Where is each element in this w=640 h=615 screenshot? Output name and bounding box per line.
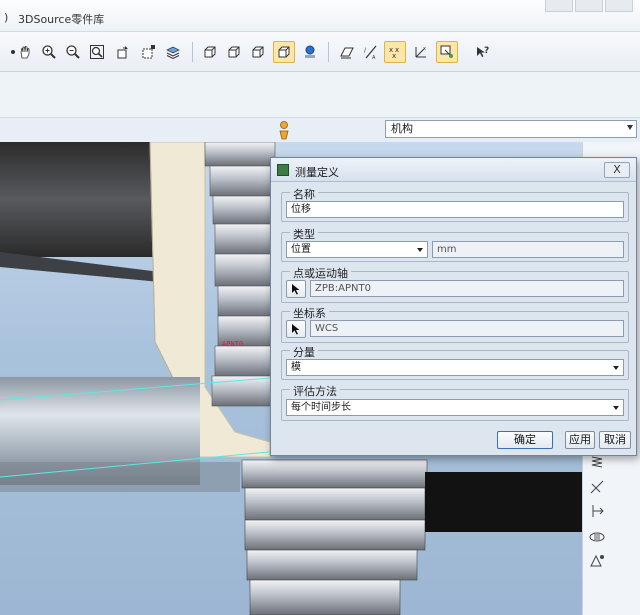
coord-sys-pick-button[interactable] xyxy=(286,320,306,338)
point-axis-legend: 点或运动轴 xyxy=(290,265,351,281)
menu-fragment[interactable]: ) xyxy=(4,11,8,24)
component-select-value: 模 xyxy=(291,362,301,373)
menu-bar: ) 3DSource零件库 xyxy=(0,0,640,32)
apply-button[interactable]: 应用 xyxy=(565,431,595,449)
datum-axis-icon[interactable]: / A xyxy=(360,41,382,63)
hidden-line-icon[interactable] xyxy=(247,41,269,63)
shade-icon[interactable] xyxy=(223,41,245,63)
eval-method-group: 评估方法 每个时间步长 xyxy=(281,383,629,421)
name-input[interactable]: 位移 xyxy=(286,201,624,218)
pan-icon[interactable] xyxy=(14,41,36,63)
help-icon[interactable]: ? xyxy=(472,41,494,63)
orient-icon[interactable] xyxy=(112,41,134,63)
coord-sys-field[interactable]: WCS xyxy=(310,320,624,337)
eval-method-select[interactable]: 每个时间步长 xyxy=(286,399,624,416)
arrow-cursor-icon xyxy=(292,324,300,335)
component-legend: 分量 xyxy=(290,344,318,360)
layers-icon[interactable] xyxy=(162,41,184,63)
toolbar: / A xxx x ? xyxy=(0,32,640,72)
mechanism-select-value: 机构 xyxy=(391,122,413,135)
force-icon[interactable] xyxy=(588,502,606,520)
measure-definition-dialog: 测量定义 X 名称 位移 类型 位置 mm 点或运动轴 ZPB:APNT0 坐标… xyxy=(270,157,637,456)
window-maximize-button[interactable] xyxy=(575,0,603,12)
coord-sys-icon[interactable]: x xyxy=(410,41,432,63)
eval-method-legend: 评估方法 xyxy=(290,383,340,399)
svg-text:A: A xyxy=(372,55,376,60)
datum-point-icon[interactable]: xxx xyxy=(384,41,406,63)
datum-plane-icon[interactable] xyxy=(336,41,358,63)
component-group: 分量 模 xyxy=(281,344,629,380)
shading-icon[interactable] xyxy=(299,41,321,63)
type-legend: 类型 xyxy=(290,226,318,242)
menu-item-3dsource[interactable]: 3DSource零件库 xyxy=(18,11,104,27)
coord-sys-group: 坐标系 WCS xyxy=(281,305,629,343)
svg-text:x: x xyxy=(392,52,396,60)
unit-field: mm xyxy=(432,241,624,258)
chevron-down-icon xyxy=(613,406,619,410)
svg-text:/: / xyxy=(364,47,367,54)
chevron-down-icon xyxy=(627,125,633,130)
shade-edges-icon[interactable] xyxy=(199,41,221,63)
chevron-down-icon xyxy=(613,366,619,370)
damper-icon[interactable] xyxy=(588,478,606,496)
point-axis-field[interactable]: ZPB:APNT0 xyxy=(310,280,624,297)
mechanism-person-icon[interactable] xyxy=(277,120,291,140)
dialog-app-icon xyxy=(277,164,289,176)
view-manager-icon[interactable] xyxy=(138,41,160,63)
name-legend: 名称 xyxy=(290,186,318,202)
ribbon-empty-area xyxy=(0,72,640,118)
spring-icon[interactable] xyxy=(588,454,606,472)
svg-text:x: x xyxy=(423,46,426,52)
ok-button[interactable]: 确定 xyxy=(497,431,553,449)
coord-sys-legend: 坐标系 xyxy=(290,305,329,321)
window-minimize-button[interactable] xyxy=(545,0,573,12)
spin-center-icon[interactable] xyxy=(436,41,458,63)
zoom-fit-icon[interactable] xyxy=(86,41,108,63)
svg-text:?: ? xyxy=(484,46,489,56)
wireframe-icon[interactable] xyxy=(273,41,295,63)
analysis-icon[interactable] xyxy=(588,552,606,570)
dialog-close-button[interactable]: X xyxy=(604,162,630,178)
name-group: 名称 位移 xyxy=(281,186,629,222)
zoom-in-icon[interactable] xyxy=(38,41,60,63)
point-axis-group: 点或运动轴 ZPB:APNT0 xyxy=(281,265,629,303)
chevron-down-icon xyxy=(417,248,423,252)
zoom-out-icon[interactable] xyxy=(62,41,84,63)
dialog-title-bar[interactable]: 测量定义 X xyxy=(271,158,636,182)
component-select[interactable]: 模 xyxy=(286,359,624,376)
eval-method-select-value: 每个时间步长 xyxy=(291,402,351,413)
type-select[interactable]: 位置 xyxy=(286,241,428,258)
type-group: 类型 位置 mm xyxy=(281,226,629,262)
point-axis-pick-button[interactable] xyxy=(286,280,306,298)
mechanism-select[interactable]: 机构 xyxy=(385,120,637,138)
type-select-value: 位置 xyxy=(291,244,311,255)
datum-point-label: APNT0 xyxy=(222,340,243,348)
dialog-title: 测量定义 xyxy=(295,166,339,179)
gravity-icon[interactable] xyxy=(588,528,606,546)
cancel-button[interactable]: 取消 xyxy=(599,431,631,449)
window-close-button[interactable] xyxy=(605,0,633,12)
arrow-cursor-icon xyxy=(292,284,300,295)
